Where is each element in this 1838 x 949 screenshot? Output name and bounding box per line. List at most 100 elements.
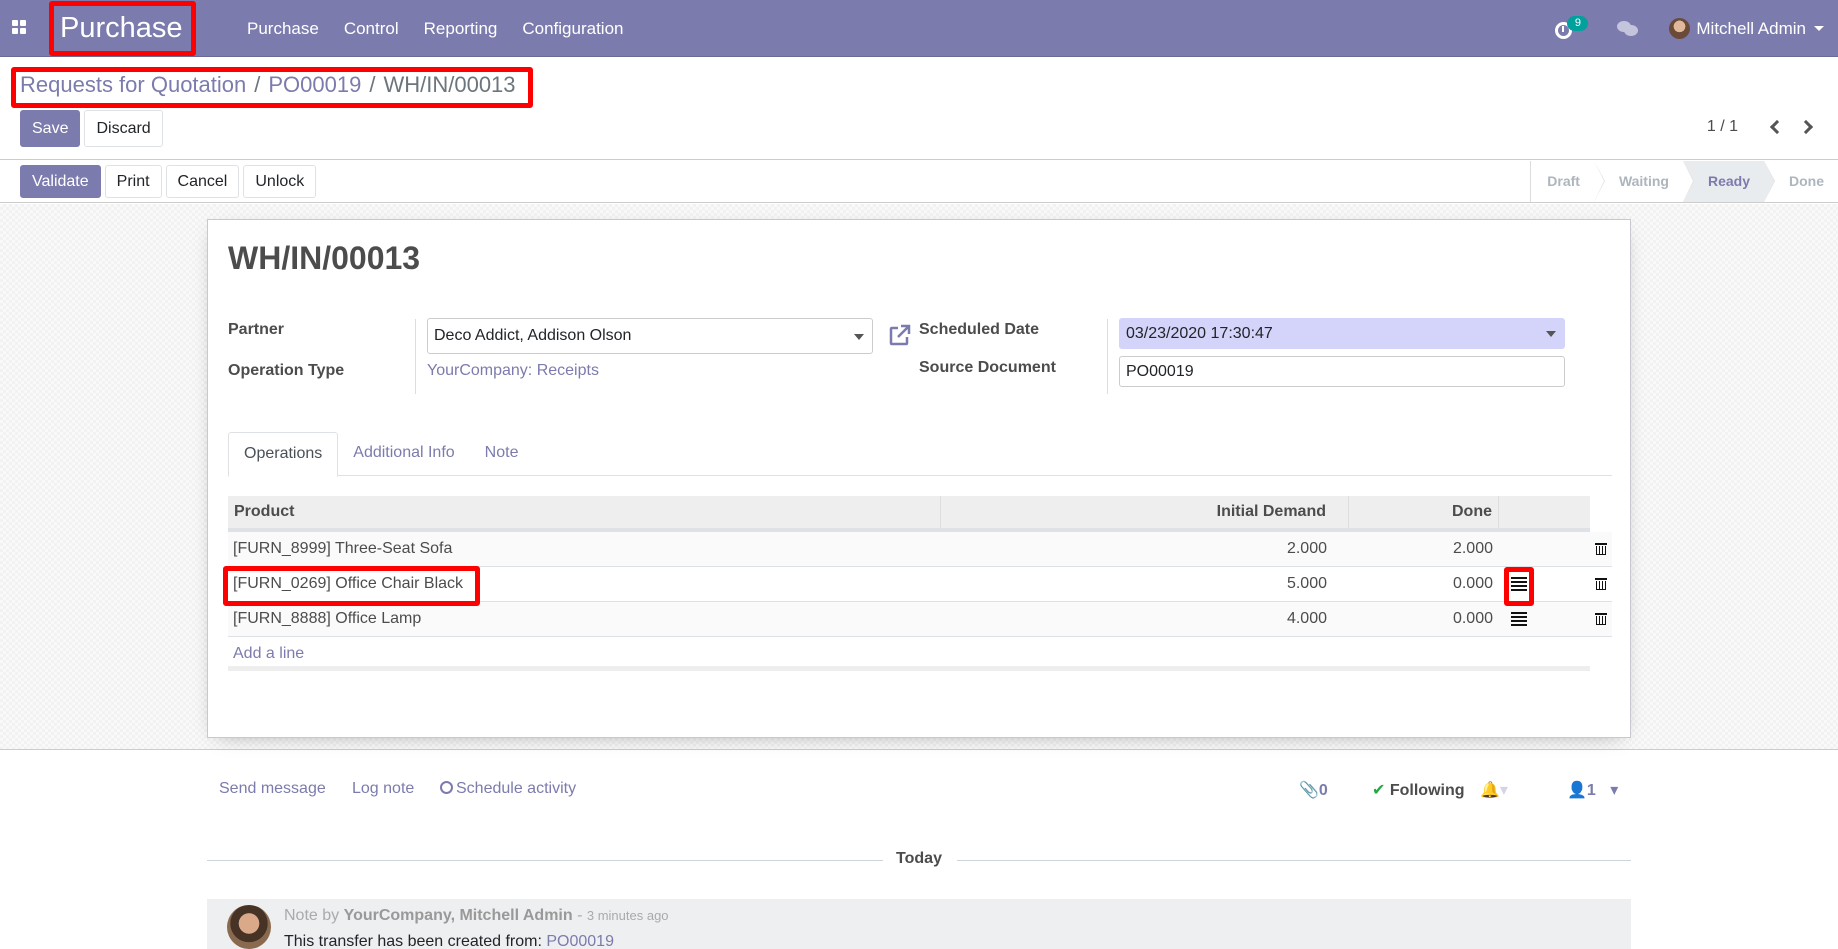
initial-demand-cell: 5.000 [1286,575,1327,592]
action-buttons: Validate Print Cancel Unlock [20,165,320,198]
check-icon: ✔ [1372,782,1386,799]
partner-label: Partner [228,321,285,338]
external-link-icon[interactable] [889,324,911,346]
message-time: 3 minutes ago [586,908,669,923]
control-panel: Requests for Quotation / PO00019 / WH/IN… [0,57,1838,160]
chevron-left-icon[interactable] [1766,117,1786,137]
top-navbar: Purchase Purchase Control Reporting Conf… [0,0,1838,57]
main-menu: Purchase Control Reporting Configuration [247,0,648,57]
menu-item-configuration[interactable]: Configuration [522,19,623,39]
tab-additional-info[interactable]: Additional Info [338,432,469,476]
table-header: Product Initial Demand Done [228,496,1590,532]
message-body: This transfer has been created from: PO0… [284,933,614,949]
field-separator [415,319,416,394]
step-ready[interactable]: Ready [1682,161,1776,202]
notebook-tabs: Operations Additional Info Note [228,432,1612,477]
done-cell: 2.000 [1452,540,1493,557]
list-detail-icon[interactable] [1511,612,1527,626]
chatter-topbar: Send message Log note Schedule activity … [207,780,1631,810]
trash-icon[interactable] [1595,611,1607,626]
followers-count: 1 [1586,782,1596,799]
step-waiting[interactable]: Waiting [1594,161,1695,202]
tab-note[interactable]: Note [470,432,534,476]
notification-bell-icon[interactable]: 🔔▾ [1480,780,1508,800]
add-line-link[interactable]: Add a line [228,637,1590,671]
discard-button[interactable]: Discard [84,110,163,147]
partner-select[interactable]: Deco Addict, Addison Olson [427,318,873,354]
step-done[interactable]: Done [1764,161,1838,202]
trash-icon[interactable] [1595,576,1607,591]
status-steps: Draft Waiting Ready Done [1530,161,1838,202]
pager-value[interactable]: 1 / 1 [1707,118,1738,136]
chatter: Send message Log note Schedule activity … [207,750,1631,949]
user-name: Mitchell Admin [1696,18,1806,38]
column-header-done[interactable]: Done [1349,496,1499,528]
table-row[interactable]: [FURN_8888] Office Lamp 4.000 0.000 [228,602,1612,637]
source-document-value: PO00019 [1126,362,1194,380]
menu-item-purchase[interactable]: Purchase [247,19,319,39]
highlight-box-breadcrumb [11,67,533,108]
pager: 1 / 1 [1707,117,1818,137]
initial-demand-cell: 4.000 [1286,610,1327,627]
following-label: Following [1389,782,1465,799]
unlock-button[interactable]: Unlock [243,165,317,198]
message-dash: - [577,907,583,924]
highlight-box-brand [49,1,196,56]
table-row[interactable]: [FURN_0269] Office Chair Black 5.000 0.0… [228,567,1612,602]
following-button[interactable]: ✔ Following [1372,780,1465,800]
tab-operations[interactable]: Operations [228,432,339,477]
done-cell: 0.000 [1452,610,1493,627]
operation-type-label: Operation Type [228,362,345,379]
list-detail-icon[interactable] [1511,577,1527,591]
column-header-initial-demand[interactable]: Initial Demand [941,496,1349,528]
message-author[interactable]: YourCompany, Mitchell Admin [344,907,573,924]
column-header-product[interactable]: Product [228,496,941,528]
message-text: This transfer has been created from: [284,933,542,949]
statusbar: Validate Print Cancel Unlock Draft Waiti… [0,161,1838,203]
paperclip-icon: 📎 [1299,782,1319,799]
attachments-count: 0 [1318,782,1328,799]
form-background: WH/IN/00013 Partner Operation Type Deco … [0,204,1838,750]
partner-value: Deco Addict, Addison Olson [434,327,632,344]
followers-button[interactable]: 👤1 ▾ [1567,780,1618,800]
record-title: WH/IN/00013 [228,240,421,276]
field-separator [1107,319,1108,394]
apps-menu-icon[interactable] [12,20,28,36]
caret-down-icon [854,334,864,340]
scheduled-date-label: Scheduled Date [919,321,1040,338]
date-separator: Today [207,850,1631,870]
save-button[interactable]: Save [20,110,81,147]
form-sheet: WH/IN/00013 Partner Operation Type Deco … [207,219,1631,738]
today-label: Today [896,850,942,867]
message-header: Note by YourCompany, Mitchell Admin - 3 … [284,907,669,925]
validate-button[interactable]: Validate [20,165,101,198]
message-link[interactable]: PO00019 [546,933,614,949]
schedule-activity-button[interactable]: Schedule activity [440,780,576,798]
cancel-button[interactable]: Cancel [165,165,240,198]
log-note-button[interactable]: Log note [352,780,414,798]
caret-down-icon [1546,331,1556,337]
source-document-label: Source Document [919,359,1056,376]
source-document-input[interactable]: PO00019 [1119,356,1565,387]
chevron-right-icon[interactable] [1798,117,1818,137]
menu-item-control[interactable]: Control [344,19,399,39]
send-message-button[interactable]: Send message [219,780,326,798]
product-cell: [FURN_0269] Office Chair Black [233,575,464,592]
scheduled-date-input[interactable]: 03/23/2020 17:30:47 [1119,318,1565,349]
table-row[interactable]: [FURN_8999] Three-Seat Sofa 2.000 2.000 [228,532,1612,567]
trash-icon[interactable] [1595,541,1607,556]
initial-demand-cell: 2.000 [1286,540,1327,557]
schedule-activity-label: Schedule activity [456,780,577,797]
author-avatar[interactable] [227,905,271,949]
systray: 9 Mitchell Admin [1552,0,1838,57]
chat-icon[interactable] [1617,20,1639,38]
print-button[interactable]: Print [104,165,162,198]
divider [957,860,1631,861]
operation-type-link[interactable]: YourCompany: Receipts [427,362,599,380]
product-cell: [FURN_8999] Three-Seat Sofa [233,540,453,557]
menu-item-reporting[interactable]: Reporting [424,19,498,39]
attachments-button[interactable]: 📎0 [1299,780,1328,800]
user-menu[interactable]: Mitchell Admin [1669,18,1824,39]
step-draft[interactable]: Draft [1531,161,1605,202]
activity-menu[interactable]: 9 [1552,14,1592,44]
